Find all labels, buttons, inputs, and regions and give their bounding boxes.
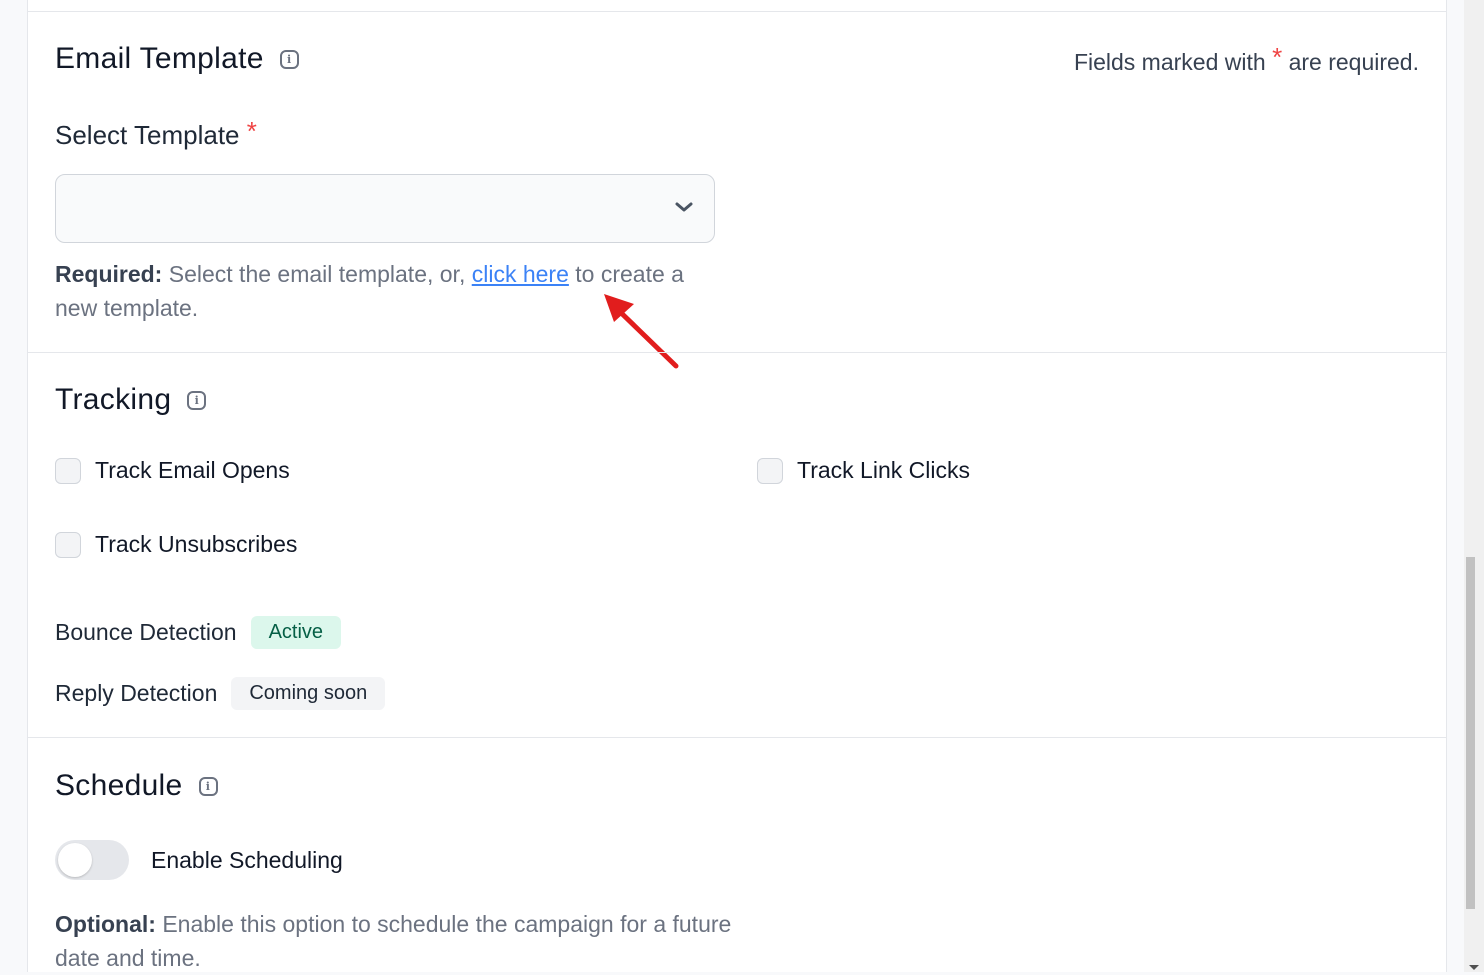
checkbox[interactable] — [55, 457, 81, 484]
track-link-clicks-checkbox[interactable]: Track Link Clicks — [757, 457, 970, 484]
help-bold: Required: — [55, 261, 163, 287]
required-star: * — [1272, 42, 1283, 72]
create-template-link[interactable]: click here — [472, 261, 569, 287]
reply-detection-label: Reply Detection — [55, 680, 218, 706]
scroll-down-arrow-icon[interactable] — [1469, 965, 1479, 970]
help-text: Enable this option to schedule the campa… — [55, 911, 732, 971]
template-select[interactable] — [55, 174, 715, 243]
info-icon[interactable]: i — [187, 390, 207, 410]
checkbox-label: Track Link Clicks — [797, 457, 970, 483]
bounce-detection-label: Bounce Detection — [55, 619, 237, 645]
schedule-help-text: Optional: Enable this option to schedule… — [55, 907, 735, 975]
track-email-opens-checkbox[interactable]: Track Email Opens — [55, 457, 290, 484]
note-prefix: Fields marked with — [1073, 49, 1266, 75]
required-star: * — [246, 116, 257, 146]
email-template-title: Email Template — [55, 42, 264, 75]
status-badge: Active — [250, 616, 342, 649]
schedule-heading: Schedule i — [55, 769, 218, 803]
toggle-knob — [58, 843, 92, 877]
status-badge: Coming soon — [231, 677, 386, 710]
info-icon[interactable]: i — [279, 49, 299, 69]
tracking-heading: Tracking i — [55, 383, 207, 417]
scrollbar[interactable] — [1464, 0, 1484, 972]
enable-scheduling-toggle[interactable] — [55, 840, 129, 880]
email-template-heading: Email Template i — [55, 42, 299, 76]
select-template-label-text: Select Template — [55, 120, 240, 150]
select-template-label: Select Template * — [55, 116, 257, 151]
divider — [28, 737, 1446, 738]
toggle-label: Enable Scheduling — [151, 846, 343, 873]
enable-scheduling-row: Enable Scheduling — [55, 840, 343, 880]
schedule-title: Schedule — [55, 769, 183, 802]
note-suffix: are required. — [1288, 49, 1419, 75]
required-fields-note: Fields marked with * are required. — [1073, 42, 1419, 77]
help-bold: Optional: — [55, 911, 156, 937]
checkbox[interactable] — [55, 531, 81, 558]
reply-detection-row: Reply Detection Coming soon — [55, 677, 386, 710]
checkbox-label: Track Unsubscribes — [95, 531, 298, 557]
track-unsubscribes-checkbox[interactable]: Track Unsubscribes — [55, 531, 297, 558]
bounce-detection-row: Bounce Detection Active — [55, 616, 342, 649]
scrollbar-thumb[interactable] — [1466, 557, 1475, 909]
checkbox[interactable] — [757, 457, 783, 484]
divider — [28, 11, 1446, 12]
annotation-arrow-icon — [604, 294, 679, 369]
tracking-title: Tracking — [55, 383, 172, 416]
info-icon[interactable]: i — [198, 776, 218, 796]
help-text: Select the email template, or, — [168, 261, 466, 287]
divider — [28, 352, 1446, 353]
chevron-down-icon — [675, 202, 693, 212]
checkbox-label: Track Email Opens — [95, 457, 290, 483]
campaign-settings-card: Email Template i Fields marked with * ar… — [27, 0, 1447, 972]
